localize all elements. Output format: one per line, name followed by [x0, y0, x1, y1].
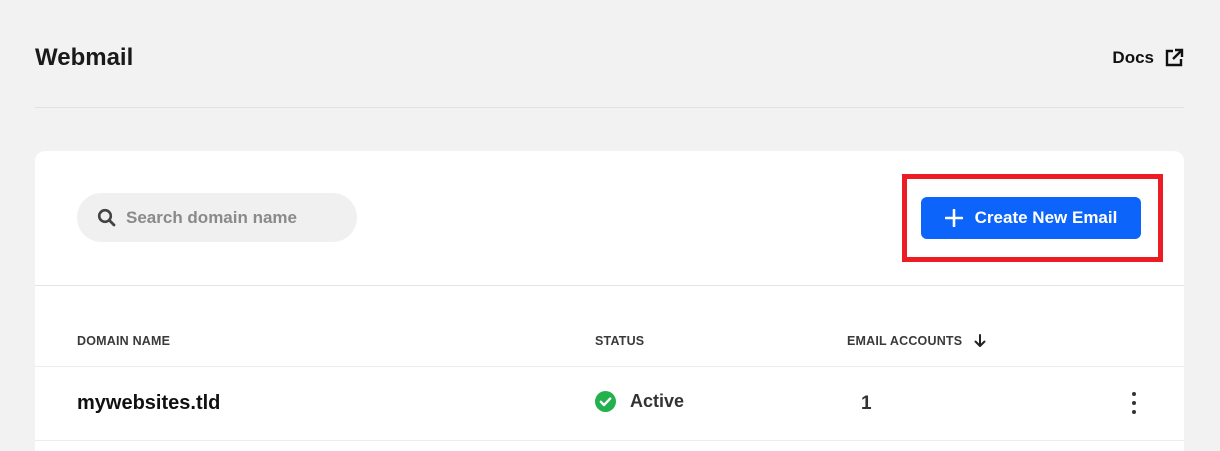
- column-header-status: STATUS: [595, 334, 645, 348]
- table-header: DOMAIN NAME STATUS EMAIL ACCOUNTS: [35, 286, 1184, 367]
- search-box[interactable]: [77, 193, 357, 242]
- menu-dot: [1132, 410, 1136, 414]
- docs-label: Docs: [1112, 48, 1154, 67]
- domain-name-cell[interactable]: mywebsites.tld: [77, 392, 220, 415]
- domains-card: Create New Email DOMAIN NAME STATUS EMAI…: [35, 151, 1184, 451]
- column-header-email-accounts[interactable]: EMAIL ACCOUNTS: [847, 334, 986, 348]
- docs-link[interactable]: Docs: [1112, 48, 1184, 68]
- page-title: Webmail: [35, 44, 134, 71]
- plus-icon: [944, 209, 963, 227]
- create-button-label: Create New Email: [974, 208, 1118, 227]
- more-vertical-icon[interactable]: [1124, 392, 1144, 414]
- email-accounts-count: 1: [861, 393, 872, 414]
- column-header-domain-name: DOMAIN NAME: [77, 334, 171, 348]
- arrow-down-icon: [974, 334, 986, 347]
- search-input[interactable]: [126, 207, 346, 228]
- table-row[interactable]: mywebsites.tld Active 1: [35, 367, 1184, 441]
- menu-dot: [1132, 401, 1136, 405]
- status-label: Active: [630, 391, 685, 411]
- card-toolbar: Create New Email: [35, 151, 1184, 286]
- search-icon: [97, 208, 116, 227]
- check-circle-icon: [595, 391, 616, 412]
- page-header: Webmail Docs: [35, 0, 1184, 108]
- menu-dot: [1132, 392, 1136, 396]
- column-header-email-accounts-label: EMAIL ACCOUNTS: [847, 334, 963, 348]
- external-link-icon: [1165, 48, 1184, 67]
- create-new-email-button[interactable]: Create New Email: [921, 197, 1141, 239]
- status-cell: Active: [595, 391, 684, 412]
